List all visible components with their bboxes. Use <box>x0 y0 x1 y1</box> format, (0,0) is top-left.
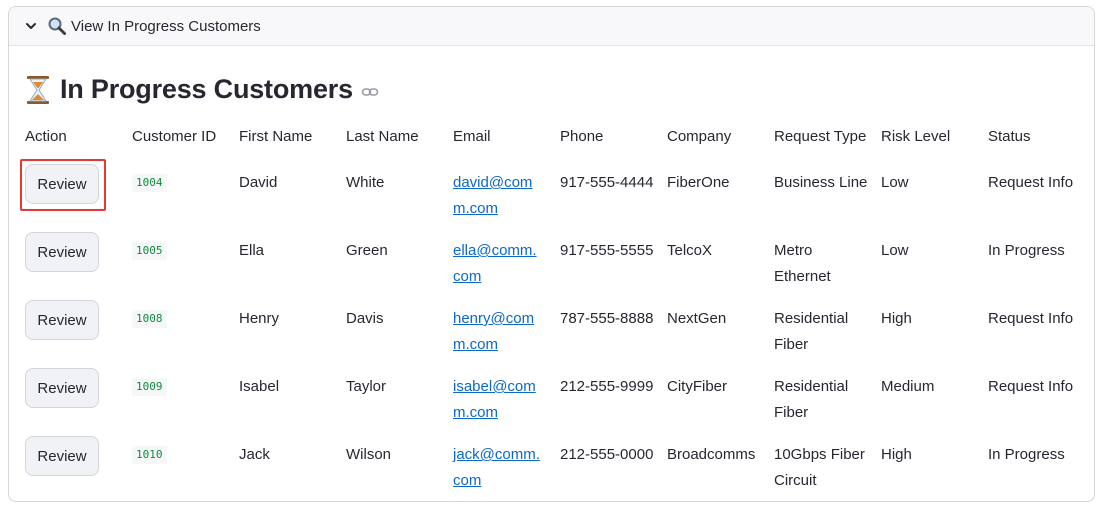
status-cell: Request Info <box>988 310 1074 327</box>
header-status: Status <box>988 127 1031 145</box>
customer-id-cell: 1005 <box>124 222 231 290</box>
action-cell: Review <box>17 222 124 290</box>
email-link[interactable]: henry@com m.com <box>453 310 534 353</box>
last-name-cell: Green <box>346 242 388 259</box>
customer-id: 1004 <box>132 174 167 192</box>
risk-level-cell: Low <box>881 174 909 191</box>
email-cell: jack@comm. com <box>445 426 552 494</box>
customer-id: 1009 <box>132 378 167 396</box>
title-row: In Progress Customers <box>26 74 379 105</box>
email-cell: isabel@com m.com <box>445 358 552 426</box>
risk-level-cell: High <box>881 310 912 327</box>
action-cell: Review <box>17 358 124 426</box>
email-link[interactable]: isabel@com m.com <box>453 378 536 421</box>
action-cell: Review <box>17 426 124 494</box>
link-icon[interactable] <box>361 83 379 101</box>
risk-level-cell: Medium <box>881 378 935 395</box>
customer-id-cell: 1010 <box>124 426 231 494</box>
company-cell: CityFiber <box>667 378 728 395</box>
header-risk-level: Risk Level <box>881 127 951 145</box>
chevron-down-icon[interactable] <box>23 18 39 34</box>
company-cell: Broadcomms <box>667 446 756 463</box>
phone-cell: 787-555-8888 <box>560 310 654 327</box>
review-button[interactable]: Review <box>25 164 99 204</box>
hourglass-icon <box>26 75 52 105</box>
request-type-cell: 10Gbps Fiber Circuit <box>774 446 865 489</box>
customer-id: 1010 <box>132 446 167 464</box>
first-name-cell: Ella <box>239 242 265 259</box>
email-link[interactable]: jack@comm. com <box>453 446 540 489</box>
company-cell: NextGen <box>667 310 727 327</box>
table-row: Review 1010 Jack Wilson jack@comm. com 21… <box>17 426 1080 494</box>
customer-id: 1005 <box>132 242 167 260</box>
phone-cell: 917-555-4444 <box>560 174 654 191</box>
last-name-cell: White <box>346 174 385 191</box>
header-email: Email <box>453 127 491 145</box>
request-type-cell: Residential Fiber <box>774 310 849 353</box>
status-cell: In Progress <box>988 242 1065 259</box>
last-name-cell: Wilson <box>346 446 392 463</box>
customer-id-cell: 1009 <box>124 358 231 426</box>
last-name-cell: Davis <box>346 310 384 327</box>
first-name-cell: David <box>239 174 278 191</box>
table-header-row: Action Customer ID First Name Last Name … <box>17 118 1080 154</box>
request-type-cell: Business Line <box>774 174 868 191</box>
magnifying-glass-icon <box>47 16 67 36</box>
header-phone: Phone <box>560 127 604 145</box>
action-cell: Review <box>17 290 124 358</box>
company-cell: TelcoX <box>667 242 713 259</box>
header-last-name: Last Name <box>346 127 419 145</box>
header-company: Company <box>667 127 732 145</box>
email-cell: henry@com m.com <box>445 290 552 358</box>
status-cell: Request Info <box>988 174 1074 191</box>
risk-level-cell: Low <box>881 242 909 259</box>
review-button[interactable]: Review <box>25 436 99 476</box>
status-cell: Request Info <box>988 378 1074 395</box>
status-cell: In Progress <box>988 446 1065 463</box>
table-row: Review 1005 Ella Green ella@comm. com 917… <box>17 222 1080 290</box>
phone-cell: 212-555-9999 <box>560 378 654 395</box>
email-cell: david@com m.com <box>445 154 552 222</box>
risk-level-cell: High <box>881 446 912 463</box>
table-row: Review 1004 David White david@com m.com 9… <box>17 154 1080 222</box>
customers-table: Action Customer ID First Name Last Name … <box>17 118 1080 494</box>
customer-id: 1008 <box>132 310 167 328</box>
phone-cell: 917-555-5555 <box>560 242 654 259</box>
email-cell: ella@comm. com <box>445 222 552 290</box>
review-button[interactable]: Review <box>25 368 99 408</box>
header-customer-id: Customer ID <box>132 127 217 145</box>
first-name-cell: Henry <box>239 310 280 327</box>
header-request-type: Request Type <box>774 127 867 145</box>
last-name-cell: Taylor <box>346 378 387 395</box>
customer-id-cell: 1008 <box>124 290 231 358</box>
email-link[interactable]: david@com m.com <box>453 174 532 217</box>
first-name-cell: Isabel <box>239 378 280 395</box>
review-button[interactable]: Review <box>25 232 99 272</box>
action-cell: Review <box>17 154 124 222</box>
phone-cell: 212-555-0000 <box>560 446 654 463</box>
header-first-name: First Name <box>239 127 313 145</box>
page-title: In Progress Customers <box>60 74 353 104</box>
request-type-cell: Metro Ethernet <box>774 242 831 285</box>
expander-label: View In Progress Customers <box>71 17 261 35</box>
table-row: Review 1008 Henry Davis henry@com m.com 7… <box>17 290 1080 358</box>
email-link[interactable]: ella@comm. com <box>453 242 537 285</box>
table-row: Review 1009 Isabel Taylor isabel@com m.co… <box>17 358 1080 426</box>
company-cell: FiberOne <box>667 174 730 191</box>
request-type-cell: Residential Fiber <box>774 378 849 421</box>
first-name-cell: Jack <box>239 446 270 463</box>
review-button[interactable]: Review <box>25 300 99 340</box>
customer-id-cell: 1004 <box>124 154 231 222</box>
expander-header[interactable]: View In Progress Customers <box>9 7 1094 46</box>
header-action: Action <box>25 127 67 145</box>
